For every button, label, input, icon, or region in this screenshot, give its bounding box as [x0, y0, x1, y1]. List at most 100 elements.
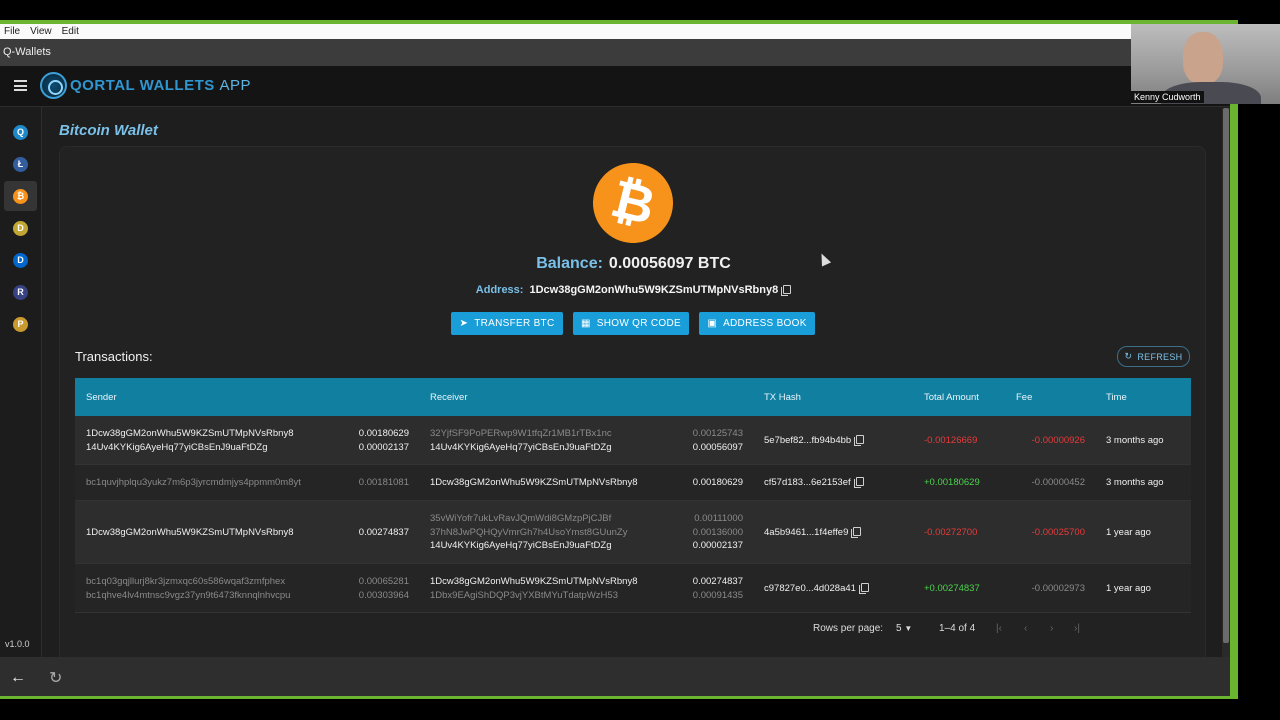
tx-hash: 4a5b9461...1f4effe9 — [764, 526, 862, 540]
address-value: 1Dcw38gGM2onWhu5W9KZSmUTMpNVsRbny8 — [529, 284, 779, 296]
column-header-total-amount[interactable]: Total Amount — [924, 392, 979, 403]
ravencoin-icon: R — [13, 285, 28, 300]
table-body: 1Dcw38gGM2onWhu5W9KZSmUTMpNVsRbny8 0.0018… — [75, 416, 1191, 613]
refresh-button[interactable]: ↻ REFRESH — [1117, 346, 1190, 367]
refresh-icon: ↻ — [1124, 351, 1133, 361]
app-logo-text: QORTAL WALLETS APP — [70, 77, 251, 94]
pagination-range: 1–4 of 4 — [939, 623, 976, 634]
menu-view[interactable]: View — [30, 26, 52, 37]
coin-sidebar: Q Ł ₿ D D R P v1.0.0 — [0, 107, 42, 657]
receiver-address: 1Dcw38gGM2onWhu5W9KZSmUTMpNVsRbny8 — [430, 576, 638, 587]
main-content: Bitcoin Wallet ₿ Balance: 0.00056097 BTC … — [43, 108, 1222, 657]
rows-per-page-label: Rows per page: — [813, 623, 884, 634]
rows-per-page-value: 5 — [896, 623, 902, 634]
fee: -0.00025700 — [1031, 526, 1085, 538]
fee: -0.00000926 — [1031, 434, 1085, 446]
sender-address: bc1qhve4lv4mtnsc9vgz37yn9t6473fknnqlnhvc… — [86, 589, 291, 601]
sender-address: 14Uv4KYKig6AyeHq77yiCBsEnJ9uaFtDZg — [86, 441, 268, 453]
table-row[interactable]: 1Dcw38gGM2onWhu5W9KZSmUTMpNVsRbny8 0.0018… — [75, 416, 1191, 465]
window-title: Q-Wallets — [0, 39, 1131, 66]
app-name-suffix: APP — [219, 77, 251, 94]
copy-hash-icon[interactable] — [853, 477, 864, 489]
time: 3 months ago — [1106, 477, 1164, 489]
receiver-amount: 0.00125743 — [692, 428, 743, 439]
column-header-sender[interactable]: Sender — [86, 392, 117, 403]
receiver-address: 14Uv4KYKig6AyeHq77yiCBsEnJ9uaFtDZg — [430, 441, 612, 453]
qr-code-icon: ▦ — [581, 318, 591, 329]
column-header-tx-hash[interactable]: TX Hash — [764, 392, 801, 403]
transactions-table: Sender Receiver TX Hash Total Amount Fee… — [75, 378, 1191, 613]
previous-page-icon[interactable]: ‹ — [1024, 623, 1027, 634]
sender-amount: 0.00303964 — [358, 589, 409, 601]
bottom-nav-bar: ← ↻ — [0, 657, 1230, 696]
tx-hash: 5e7bef82...fb94b4bb — [764, 434, 865, 448]
tx-hash-text: 4a5b9461...1f4effe9 — [764, 526, 849, 538]
copy-hash-icon[interactable] — [854, 434, 865, 446]
receiver-address: 14Uv4KYKig6AyeHq77yiCBsEnJ9uaFtDZg — [430, 540, 612, 552]
first-page-icon[interactable]: |‹ — [996, 623, 1002, 634]
receiver-amount: 0.00136000 — [692, 526, 743, 538]
page-title: Bitcoin Wallet — [59, 122, 158, 139]
app-window: QORTAL WALLETS APP Q Ł ₿ D D R P v1.0.0 Bitcoi… — [0, 66, 1230, 657]
sender-address: bc1q03gqjllurj8kr3jzmxqc60s586wqaf3zmfph… — [86, 576, 286, 587]
fee: -0.00000452 — [1031, 477, 1085, 489]
scroll-thumb[interactable] — [1223, 108, 1229, 643]
transactions-heading: Transactions: — [75, 349, 153, 364]
time: 1 year ago — [1106, 526, 1151, 538]
last-page-icon[interactable]: ›| — [1074, 623, 1080, 634]
app-name: QORTAL WALLETS — [70, 77, 215, 94]
copy-hash-icon[interactable] — [851, 526, 862, 538]
table-row[interactable]: 1Dcw38gGM2onWhu5W9KZSmUTMpNVsRbny8 0.0027… — [75, 501, 1191, 564]
receiver-address: 1Dcw38gGM2onWhu5W9KZSmUTMpNVsRbny8 — [430, 477, 638, 489]
copy-hash-icon[interactable] — [858, 582, 869, 594]
sidebar-item-dogecoin[interactable]: D — [4, 213, 37, 243]
rows-per-page-select[interactable]: 5 ▼ — [896, 623, 912, 634]
sidebar-item-qortal[interactable]: Q — [4, 117, 37, 147]
pirate-icon: P — [13, 317, 28, 332]
back-arrow-icon[interactable]: ← — [10, 669, 26, 687]
tx-hash-text: cf57d183...6e2153ef — [764, 477, 851, 489]
menu-file[interactable]: File — [4, 26, 20, 37]
time: 1 year ago — [1106, 582, 1151, 594]
app-bar: QORTAL WALLETS APP — [0, 66, 1230, 107]
transfer-btc-button[interactable]: ➤ TRANSFER BTC — [451, 312, 563, 335]
total-amount: +0.00180629 — [924, 477, 980, 489]
send-icon: ➤ — [459, 318, 469, 329]
menu-edit[interactable]: Edit — [62, 26, 79, 37]
receiver-amount: 0.00002137 — [692, 540, 743, 552]
sidebar-item-pirate[interactable]: P — [4, 309, 37, 339]
receiver-amount: 0.00056097 — [692, 441, 743, 453]
column-header-receiver[interactable]: Receiver — [430, 392, 468, 403]
sidebar-item-ravencoin[interactable]: R — [4, 277, 37, 307]
receiver-amount: 0.00274837 — [692, 576, 743, 587]
next-page-icon[interactable]: › — [1050, 623, 1053, 634]
receiver-address: 37hN8JwPQHQyVmrGh7h4UsoYmst8GUunZy — [430, 526, 628, 538]
webcam-person-head — [1183, 32, 1223, 84]
show-qr-code-button[interactable]: ▦ SHOW QR CODE — [573, 312, 689, 335]
sidebar-item-bitcoin[interactable]: ₿ — [4, 181, 37, 211]
litecoin-icon: Ł — [13, 157, 28, 172]
sidebar-item-digibyte[interactable]: D — [4, 245, 37, 275]
sender-amount: 0.00002137 — [358, 441, 409, 453]
reload-icon[interactable]: ↻ — [49, 668, 62, 688]
hamburger-menu-icon[interactable] — [14, 80, 27, 91]
caret-down-icon: ▼ — [904, 624, 913, 633]
sender-amount: 0.00274837 — [358, 526, 409, 538]
webcam-name-label: Kenny Cudworth — [1131, 91, 1204, 103]
receiver-address: 35vWiYofr7ukLvRavJQmWdi8GMzpPjCJBf — [430, 513, 612, 525]
copy-address-icon[interactable] — [781, 285, 792, 296]
table-row[interactable]: bc1q03gqjllurj8kr3jzmxqc60s586wqaf3zmfph… — [75, 564, 1191, 613]
refresh-label: REFRESH — [1137, 351, 1183, 362]
sidebar-item-litecoin[interactable]: Ł — [4, 149, 37, 179]
sender-amount: 0.00181081 — [358, 477, 409, 489]
receiver-address: 32YjfSF9PoPERwp9W1tfqZr1MB1rTBx1nc — [430, 428, 612, 439]
sender-amount: 0.00180629 — [358, 428, 409, 439]
address-book-button[interactable]: ▣ ADDRESS BOOK — [699, 312, 815, 335]
content-scrollbar[interactable] — [1222, 108, 1230, 657]
digibyte-icon: D — [13, 253, 28, 268]
table-row[interactable]: bc1quvjhplqu3yukz7m6p3jyrcmdmjys4ppmm0m8… — [75, 465, 1191, 501]
column-header-fee[interactable]: Fee — [1016, 392, 1032, 403]
sender-amount: 0.00065281 — [358, 576, 409, 587]
column-header-time[interactable]: Time — [1106, 392, 1127, 403]
balance-label: Balance: — [536, 255, 603, 272]
